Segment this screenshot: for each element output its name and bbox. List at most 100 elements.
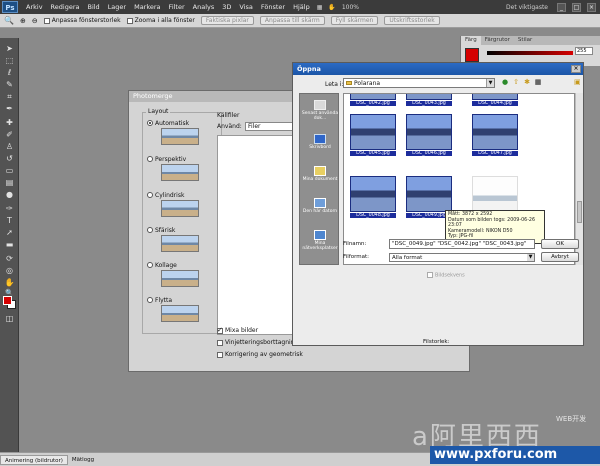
file-item[interactable]: DSC_0048.jpg <box>350 176 396 218</box>
source-files-list[interactable] <box>217 135 293 335</box>
layout-reposition-option[interactable]: Flytta <box>147 296 172 304</box>
3d-orbit-tool-icon[interactable]: ◎ <box>4 266 15 276</box>
view-menu-icon[interactable]: ▦ <box>534 78 542 86</box>
layout-auto-option[interactable]: Automatisk <box>147 119 189 127</box>
file-item[interactable]: DSC_0047.jpg <box>472 114 518 156</box>
file-item[interactable]: DSC_0046.jpg <box>406 114 452 156</box>
marquee-tool-icon[interactable]: ⬚ <box>4 56 15 66</box>
type-tool-icon[interactable]: T <box>4 216 15 226</box>
red-value-field[interactable]: 255 <box>575 47 593 55</box>
close-icon[interactable]: × <box>587 2 596 12</box>
shape-tool-icon[interactable]: ▬ <box>4 240 15 250</box>
menu-lager[interactable]: Lager <box>104 3 130 11</box>
bridge-folder-icon[interactable]: ▣ <box>574 78 582 86</box>
gradient-tool-icon[interactable]: ▤ <box>4 178 15 188</box>
file-type-select[interactable]: Alla format ▼ <box>389 253 535 262</box>
crop-tool-icon[interactable]: ⌗ <box>4 92 15 102</box>
place-my-computer[interactable]: Den här datorn <box>300 198 340 214</box>
use-select[interactable]: Filer <box>245 122 293 131</box>
open-dialog-close-icon[interactable]: × <box>571 65 581 73</box>
blend-images-checkbox[interactable] <box>217 326 223 334</box>
tab-animation[interactable]: Animering (bildrutor) <box>0 454 68 465</box>
menu-3d[interactable]: 3D <box>218 3 235 11</box>
layout-collage-radio[interactable] <box>147 262 153 268</box>
tab-fargrutor[interactable]: Färgrutor <box>481 36 514 45</box>
chevron-down-icon[interactable]: ▼ <box>527 254 534 261</box>
layout-cylindrical-radio[interactable] <box>147 192 153 198</box>
vignette-removal-checkbox[interactable] <box>217 339 223 346</box>
resize-windows-checkbox[interactable] <box>43 17 50 24</box>
fit-screen-button[interactable]: Anpassa till skärm <box>259 16 325 25</box>
up-folder-icon[interactable]: ⇧ <box>512 78 520 86</box>
workspace-switcher[interactable]: Det viktigaste <box>503 4 551 11</box>
healing-brush-tool-icon[interactable]: ✚ <box>4 118 15 128</box>
zoom-all-checkbox[interactable] <box>126 17 133 24</box>
image-sequence-option[interactable]: Bildsekvens <box>427 272 465 279</box>
new-folder-icon[interactable]: ✱ <box>523 78 531 86</box>
layout-collage-option[interactable]: Kollage <box>147 261 177 269</box>
tab-farg[interactable]: Färg <box>461 36 481 45</box>
print-size-button[interactable]: Utskriftsstorlek <box>384 16 440 25</box>
file-item[interactable]: DSC_0044.jpg <box>472 94 518 106</box>
look-in-select[interactable]: Polarana ▼ <box>343 78 495 88</box>
layout-perspective-radio[interactable] <box>147 156 153 162</box>
place-recent[interactable]: Senast använda dok... <box>300 100 340 121</box>
menu-redigera[interactable]: Redigera <box>47 3 84 11</box>
blend-images-option[interactable]: Mixa bilder <box>217 326 258 334</box>
geometric-distortion-checkbox[interactable] <box>217 351 223 358</box>
place-my-documents[interactable]: Mina dokument <box>300 166 340 182</box>
red-slider[interactable] <box>487 51 573 55</box>
file-item[interactable]: DSC_0043.jpg <box>406 94 452 106</box>
file-name-input[interactable]: "DSC_0049.jpg" "DSC_0042.jpg" "DSC_0043.… <box>389 239 535 249</box>
zoom-tool-icon[interactable]: 🔍 <box>4 16 14 25</box>
layout-spherical-option[interactable]: Sfärisk <box>147 226 175 234</box>
layout-perspective-option[interactable]: Perspektiv <box>147 155 186 163</box>
eyedropper-tool-icon[interactable]: ✒ <box>4 104 15 114</box>
layout-reposition-radio[interactable] <box>147 297 153 303</box>
image-sequence-checkbox[interactable] <box>427 272 433 278</box>
history-brush-tool-icon[interactable]: ↺ <box>4 154 15 164</box>
file-item[interactable]: DSC_0042.jpg <box>350 94 396 106</box>
lasso-tool-icon[interactable]: ℓ <box>4 68 15 78</box>
quick-select-tool-icon[interactable]: ✎ <box>4 80 15 90</box>
tab-measurement-log[interactable]: Mätlogg <box>68 455 98 465</box>
tab-stilar[interactable]: Stilar <box>514 36 536 45</box>
eraser-tool-icon[interactable]: ▭ <box>4 166 15 176</box>
menu-markera[interactable]: Markera <box>130 3 164 11</box>
file-item[interactable] <box>472 176 518 213</box>
brush-tool-icon[interactable]: ✐ <box>4 130 15 140</box>
place-network[interactable]: Mina nätverksplatser <box>300 230 340 251</box>
grid-icon[interactable]: ▦ <box>314 4 326 11</box>
ok-button[interactable]: OK <box>541 239 579 249</box>
menu-hjalp[interactable]: Hjälp <box>289 3 314 11</box>
layout-auto-radio[interactable] <box>147 120 153 126</box>
hand-icon[interactable]: ✋ <box>325 4 338 11</box>
menu-filter[interactable]: Filter <box>165 3 189 11</box>
pen-tool-icon[interactable]: ✑ <box>4 204 15 214</box>
scrollbar-thumb[interactable] <box>577 201 582 223</box>
hand-tool-icon[interactable]: ✋ <box>4 278 15 288</box>
foreground-color-swatch[interactable] <box>3 296 12 305</box>
menu-analys[interactable]: Analys <box>189 3 219 11</box>
fill-screen-button[interactable]: Fyll skärmen <box>330 16 379 25</box>
menu-arkiv[interactable]: Arkiv <box>22 3 47 11</box>
vignette-removal-option[interactable]: Vinjetteringsborttagning <box>217 339 298 346</box>
menu-visa[interactable]: Visa <box>235 3 256 11</box>
3d-rotate-tool-icon[interactable]: ⟳ <box>4 254 15 264</box>
place-desktop[interactable]: Skrivbord <box>300 134 340 150</box>
quick-mask-icon[interactable]: ◫ <box>4 314 15 324</box>
minimize-icon[interactable]: _ <box>557 2 566 12</box>
maximize-icon[interactable]: □ <box>572 2 581 12</box>
path-selection-tool-icon[interactable]: ➚ <box>4 228 15 238</box>
layout-cylindrical-option[interactable]: Cylindrisk <box>147 191 184 199</box>
clone-stamp-tool-icon[interactable]: ♙ <box>4 142 15 152</box>
move-tool-icon[interactable]: ➤ <box>4 44 15 54</box>
zoom-all-option[interactable]: Zooma i alla fönster <box>126 17 195 24</box>
color-panel-swatch[interactable] <box>465 48 479 62</box>
zoom-out-icon[interactable]: ⊖ <box>32 17 38 25</box>
back-icon[interactable]: ● <box>501 78 509 86</box>
resize-windows-option[interactable]: Anpassa fönsterstorlek <box>43 17 121 24</box>
file-item[interactable]: DSC_0045.jpg <box>350 114 396 156</box>
layout-spherical-radio[interactable] <box>147 227 153 233</box>
cancel-button[interactable]: Avbryt <box>541 252 579 262</box>
